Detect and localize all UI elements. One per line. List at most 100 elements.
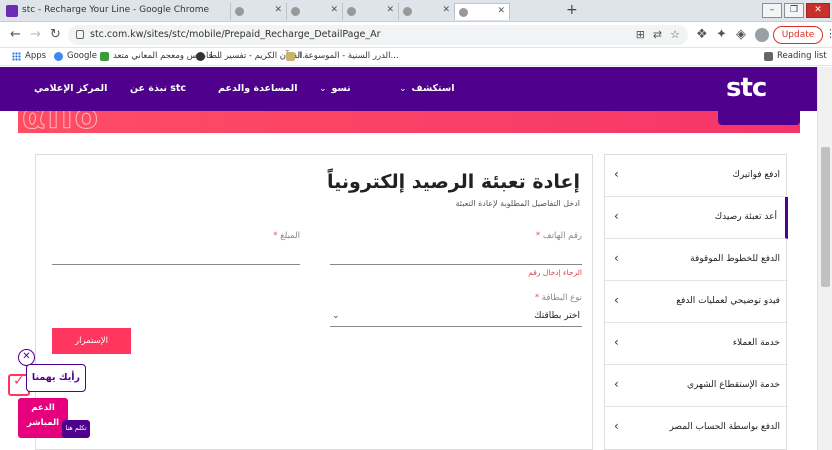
bookmark-label: Google [67,51,97,61]
phone-field[interactable]: رقم الهاتف * الرجاء إدخال رقم [330,231,582,281]
star-icon[interactable]: ☆ [670,28,680,41]
required-mark: * [535,231,541,241]
sidebar-item-monthly-deduction[interactable]: خدمة الإستقطاع الشهري ‹ [605,365,788,407]
chevron-left-icon: ‹ [614,167,619,181]
tab-favicon-icon [403,7,412,16]
chevron-down-icon[interactable]: ⌄ [332,311,340,321]
omnibox[interactable]: stc.com.kw/sites/stc/mobile/Prepaid_Rech… [68,25,688,45]
extension-icon[interactable]: ❖ [696,27,708,42]
url-text[interactable]: stc.com.kw/sites/stc/mobile/Prepaid_Rech… [90,29,381,40]
amount-underline [52,264,300,265]
sidebar-item-customer-service[interactable]: خدمة العملاء ‹ [605,323,788,365]
nav-label: المساعدة والدعم [218,83,298,94]
sidebar-item-recharge[interactable]: أعد تعبئة رصيدك ‹ [605,197,788,239]
amount-field[interactable]: المبلغ * [52,231,300,281]
browser-tab[interactable]: ✕ [342,3,398,20]
continue-button[interactable]: الإستمرار [52,328,131,354]
close-window-icon[interactable]: ✕ [806,3,830,18]
nav-media-center[interactable]: المركز الإعلامي [34,83,107,94]
maximize-icon[interactable]: ❐ [784,3,804,18]
reading-list-label: Reading list [777,51,827,61]
card-type-underline [330,326,582,327]
chat-label: تكلم هنا [65,424,87,432]
payments-sidebar: ادفع فواتيرك ‹ أعد تعبئة رصيدك ‹ الدفع للخ… [604,154,788,450]
stc-logo[interactable]: stc [726,73,767,103]
page-title: إعادة تعبئة الرصيد إلكترونياً [327,171,580,193]
bookmark-dorar[interactable]: الدرر السنية - الموسوعة ا... [286,51,399,61]
card-type-label: نوع البطاقة * [535,293,582,303]
browser-tab[interactable]: ✕ [230,3,286,20]
card-type-value[interactable]: اختر بطاقتك [534,311,580,321]
amount-label: المبلغ * [273,231,300,241]
sidebar-item-label: خدمة العملاء [732,338,780,348]
nav-explore[interactable]: ⌄ استكشف [399,83,455,94]
nav-about[interactable]: نبذة عن stc [130,83,186,94]
minimize-icon[interactable]: – [762,3,782,18]
bookmarks-bar: Apps Google قاموس ومعجم المعاني متعد... … [0,48,832,66]
card-type-select[interactable]: نوع البطاقة * اختر بطاقتك ⌄ [330,293,582,333]
feedback-button[interactable]: رأيك يهمنا [26,364,86,392]
phone-label: رقم الهاتف * [536,231,582,241]
profile-avatar[interactable] [755,28,769,42]
translate-icon[interactable]: ⇄ [653,28,662,41]
window-title: stc - Recharge Your Line - Google Chrome [22,5,210,15]
bookmark-google[interactable]: Google [54,51,97,61]
sidebar-item-pay-bills[interactable]: ادفع فواتيرك ‹ [605,155,788,197]
bookmark-label: الدرر السنية - الموسوعة ا... [299,51,399,61]
chevron-down-icon: ⌄ [319,84,327,94]
live-support-button[interactable]: الدعم المباشر [18,398,68,438]
tab-close-icon[interactable]: ✕ [497,6,505,16]
chevron-left-icon: ‹ [614,419,619,433]
nav-label: استكشف [411,83,455,94]
reading-list[interactable]: Reading list [764,51,827,61]
browser-tab-active[interactable]: ✕ [454,3,510,20]
puzzle-icon[interactable]: ✦ [716,27,727,42]
tab-close-icon[interactable]: ✕ [442,5,450,15]
browser-tab[interactable]: ✕ [286,3,342,20]
chevron-left-icon: ‹ [614,293,619,307]
forward-icon[interactable]: → [30,27,41,42]
bookmark-apps[interactable]: Apps [12,51,46,61]
tab-favicon-icon [459,8,468,17]
qr-icon[interactable]: ⊞ [636,28,645,41]
tab-favicon-icon [291,7,300,16]
phone-underline [330,264,582,265]
update-button[interactable]: Update [773,26,823,44]
phone-label-text: رقم الهاتف [542,231,582,241]
scrollbar-thumb[interactable] [821,147,830,287]
banner-artwork: αllo [21,111,101,133]
sidebar-item-label: ادفع فواتيرك [732,170,780,180]
nav-shop[interactable]: ⌄ تسو [319,83,351,94]
page-scrollbar[interactable] [817,67,832,450]
tab-close-icon[interactable]: ✕ [274,5,282,15]
nav-label: المركز الإعلامي [34,83,108,94]
nav-help-support[interactable]: المساعدة والدعم [218,83,297,94]
stc-favicon-icon [6,5,18,17]
kebab-menu-icon[interactable]: ⋮ [825,27,832,40]
window-controls: – ❐ ✕ [762,0,832,21]
back-icon[interactable]: ← [10,27,21,42]
leaf-icon [100,51,109,61]
tab-close-icon[interactable]: ✕ [330,5,338,15]
new-tab-icon[interactable]: + [566,2,578,18]
address-bar: ← → ↻ stc.com.kw/sites/stc/mobile/Prepai… [0,22,832,48]
book-icon [286,51,295,61]
tab-close-icon[interactable]: ✕ [386,5,394,15]
chevron-left-icon: ‹ [614,251,619,265]
chat-button[interactable]: تكلم هنا [62,420,90,438]
required-mark: * [534,293,540,303]
logo-text: stc [726,73,767,103]
sidebar-item-bank-account[interactable]: الدفع بواسطة الحساب المصر ‹ [605,407,788,449]
site-header: stc ⌄ استكشف ⌄ تسو المساعدة والدعم نبذة عن… [0,67,832,111]
shield-icon[interactable]: ◈ [736,27,746,42]
sidebar-item-suspended-lines[interactable]: الدفع للخطوط الموقوفة ‹ [605,239,788,281]
nav-label: نبذة عن stc [130,83,187,94]
reload-icon[interactable]: ↻ [50,27,61,42]
chevron-down-icon: ⌄ [399,84,407,94]
globe-icon [196,51,205,61]
browser-tab[interactable]: ✕ [398,3,454,20]
sidebar-item-payment-video[interactable]: فيدو توضيحي لعمليات الدفع ‹ [605,281,788,323]
card-type-label-text: نوع البطاقة [541,293,582,303]
tab-strip: ✕ ✕ ✕ ✕ ✕ [230,3,510,20]
omnibox-actions: ⊞ ⇄ ☆ [636,28,680,41]
